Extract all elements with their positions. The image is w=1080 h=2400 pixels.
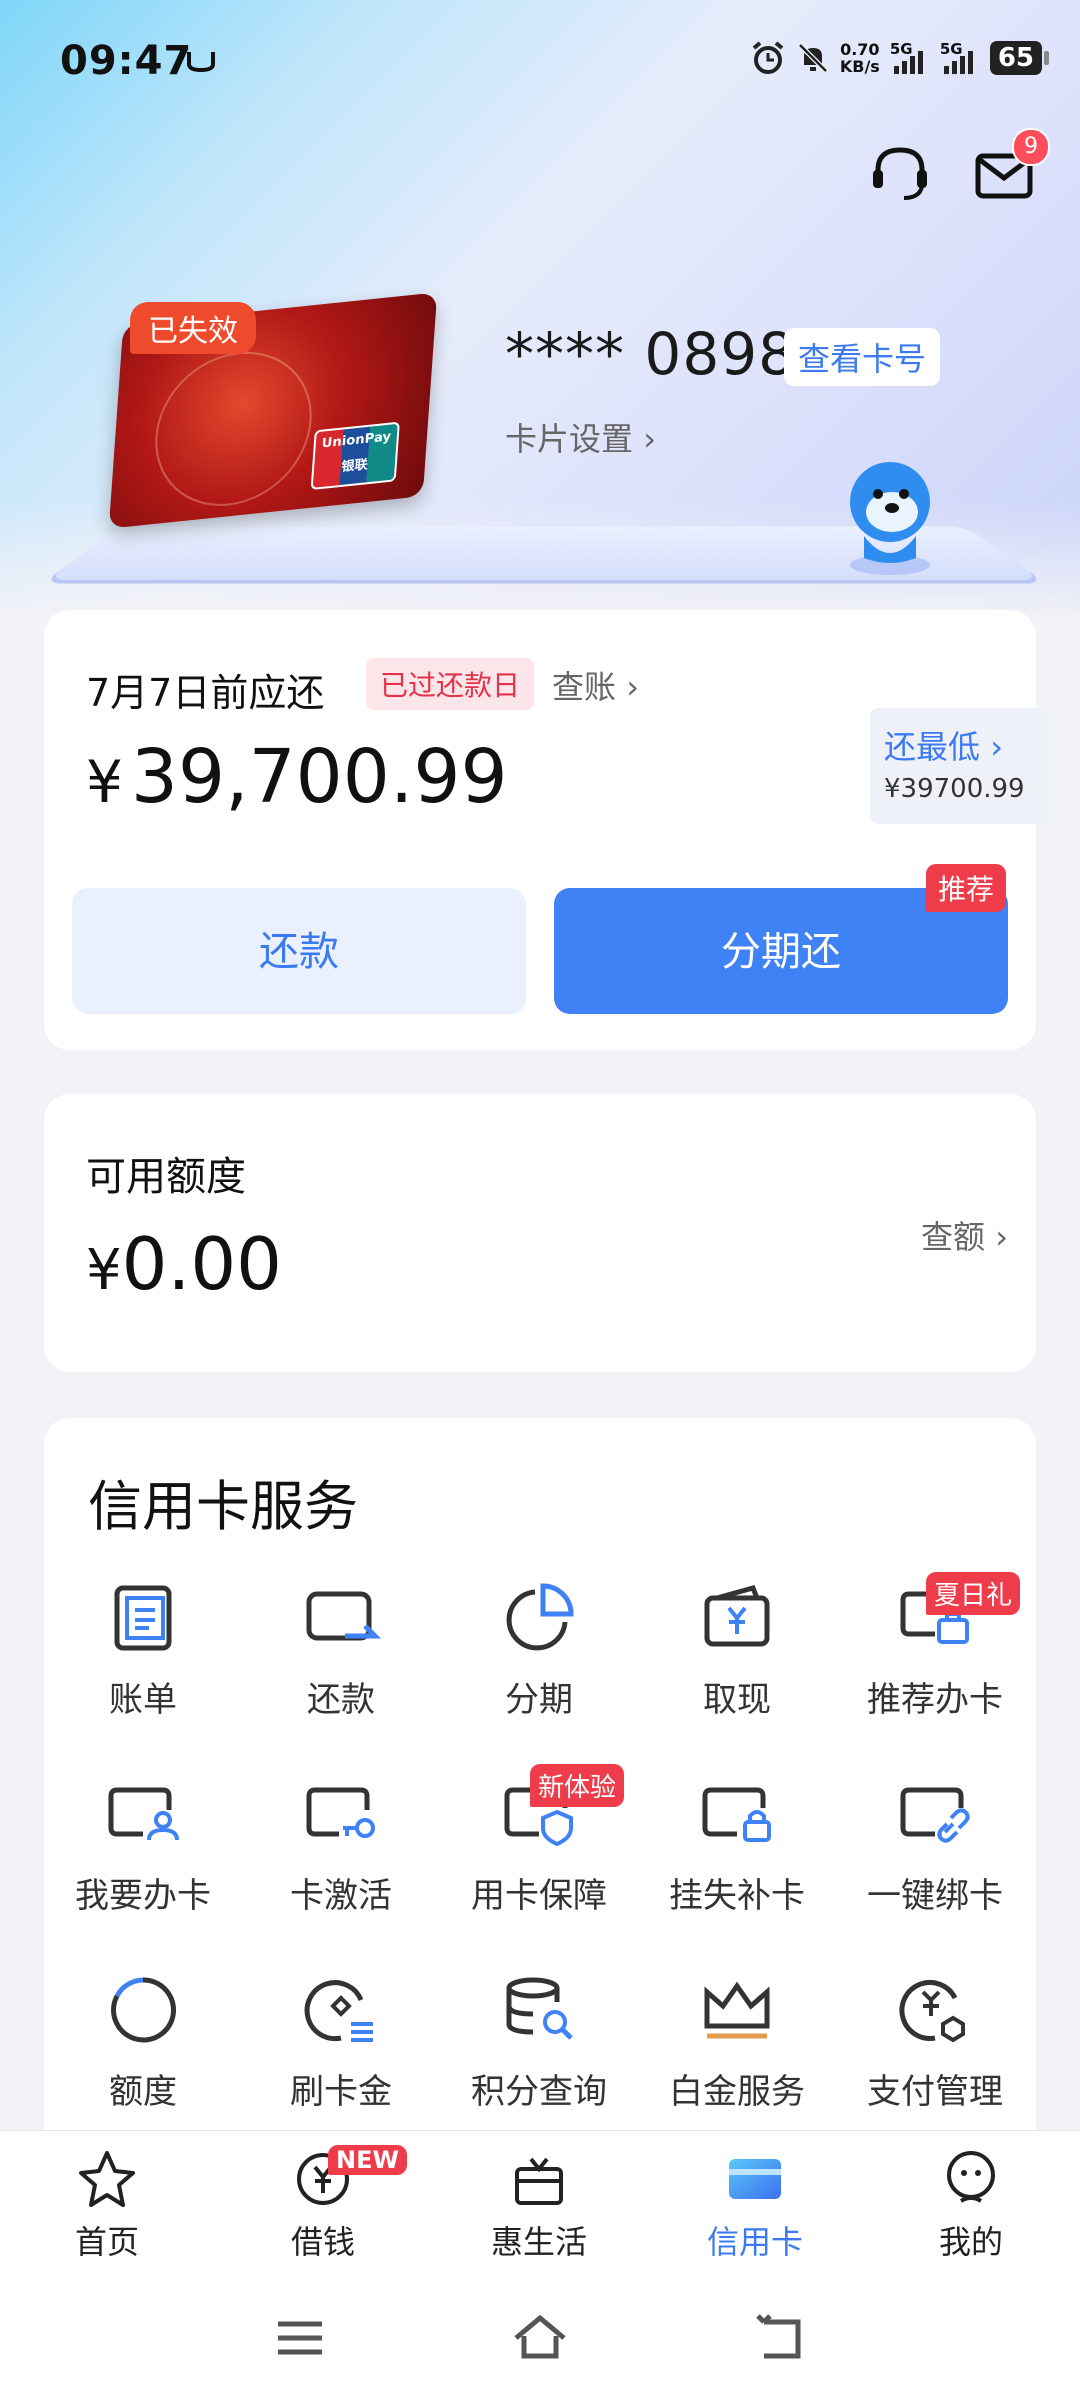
home-icon[interactable]	[510, 2308, 570, 2368]
network-speed: 0.70 KB/s	[839, 40, 880, 76]
new-experience-badge: 新体验	[530, 1764, 625, 1807]
customer-service-icon[interactable]	[866, 140, 934, 208]
apply-card-icon	[108, 1787, 179, 1841]
service-cash[interactable]: 取现	[638, 1578, 836, 1748]
notification-indicator-icon	[187, 52, 215, 72]
status-bar: 09:47 0.70 KB/s 5G 5G 65	[0, 38, 1080, 88]
masked-card-number: **** 0898	[505, 320, 797, 388]
service-repay[interactable]: 还款	[242, 1578, 440, 1748]
summer-gift-badge: 夏日礼	[926, 1572, 1021, 1615]
card-status-tag: 已失效	[130, 302, 256, 354]
alarm-icon	[752, 41, 784, 74]
signal-5g-2: 5G	[940, 40, 980, 74]
points-query-icon	[506, 1977, 573, 2040]
profile-face-icon	[947, 2151, 995, 2203]
service-points-query[interactable]: 积分查询	[440, 1970, 638, 2140]
lost-card-icon	[702, 1787, 771, 1842]
minimum-payment-button[interactable]: 还最低 › ¥39700.99	[870, 708, 1050, 824]
nav-home[interactable]: 首页	[32, 2147, 182, 2263]
service-swipe-reward[interactable]: 刷卡金	[242, 1970, 440, 2140]
bill-panel: 7月7日前应还 已过还款日 查账 › ¥39,700.99 还最低 › ¥397…	[44, 610, 1050, 1050]
service-installment[interactable]: 分期	[440, 1578, 638, 1748]
nav-credit-card[interactable]: 信用卡	[680, 2147, 830, 2263]
mute-bell-icon	[798, 43, 828, 73]
nav-life[interactable]: 惠生活	[464, 2147, 614, 2263]
menu-icon[interactable]	[270, 2308, 330, 2368]
overdue-tag: 已过还款日	[366, 658, 535, 710]
view-card-number-button[interactable]: 查看卡号	[784, 328, 941, 386]
new-badge: NEW	[328, 2145, 407, 2175]
service-report-lost[interactable]: 挂失补卡	[638, 1774, 836, 1944]
unionpay-logo: UnionPay 银联	[310, 421, 400, 491]
service-platinum[interactable]: 白金服务	[638, 1970, 836, 2140]
bottom-navigation: 首页 借钱 NEW 惠生活 信用卡 我的	[0, 2130, 1080, 2271]
payment-manage-icon	[899, 1979, 965, 2043]
battery-indicator: 65	[989, 41, 1050, 75]
back-icon[interactable]	[750, 2308, 810, 2368]
services-title: 信用卡服务	[88, 1475, 358, 1538]
status-time: 09:47	[60, 38, 193, 84]
swipe-reward-icon	[304, 1980, 373, 2042]
check-limit-link[interactable]: 查额 ›	[921, 1212, 1008, 1258]
limit-value: ¥0.00	[86, 1222, 282, 1306]
message-badge: 9	[1012, 128, 1050, 166]
nav-borrow[interactable]: 借钱 NEW	[248, 2145, 407, 2263]
card-services-panel: 信用卡服务 账单 还款 分期 取现 推荐办卡 我要办卡 卡激活 用卡保障 挂失补…	[44, 1418, 1036, 2178]
bind-card-icon	[900, 1787, 970, 1843]
service-bind-card[interactable]: 一键绑卡	[836, 1774, 1034, 1944]
repay-card-icon	[306, 1591, 381, 1641]
service-bill[interactable]: 账单	[44, 1578, 242, 1748]
service-apply-card[interactable]: 我要办卡	[44, 1774, 242, 1944]
star-home-icon	[79, 2151, 135, 2207]
installment-pie-icon	[506, 1583, 574, 1651]
card-globe-decoration	[150, 344, 317, 514]
card-settings-link[interactable]: 卡片设置 ›	[505, 414, 656, 460]
minimum-payment-value: ¥39700.99	[884, 774, 1025, 804]
signal-5g-1: 5G	[890, 40, 930, 74]
gift-box-icon	[515, 2157, 563, 2205]
limit-ring-icon	[111, 1977, 176, 2043]
platinum-crown-icon	[704, 1981, 770, 2039]
service-limit[interactable]: 额度	[44, 1970, 242, 2140]
service-payment-manage[interactable]: 支付管理	[836, 1970, 1034, 2140]
cash-wallet-icon	[704, 1584, 770, 1647]
repay-button[interactable]: 还款	[72, 888, 526, 1014]
system-navigation-bar	[0, 2270, 1080, 2400]
recommend-tag: 推荐	[925, 864, 1006, 912]
nav-mine[interactable]: 我的	[896, 2147, 1046, 2263]
bill-amount: ¥39,700.99	[86, 734, 508, 820]
due-date-label: 7月7日前应还	[86, 671, 325, 715]
limit-title: 可用额度	[86, 1154, 246, 1200]
bill-icon	[114, 1585, 172, 1651]
check-bill-link[interactable]: 查账 ›	[552, 662, 639, 708]
credit-card-icon	[729, 2159, 781, 2199]
mascot-lion-icon	[850, 462, 930, 575]
available-limit-panel: 可用额度 ¥0.00 查额 ›	[44, 1094, 1036, 1372]
service-activate-card[interactable]: 卡激活	[242, 1774, 440, 1944]
activate-card-icon	[306, 1787, 375, 1838]
